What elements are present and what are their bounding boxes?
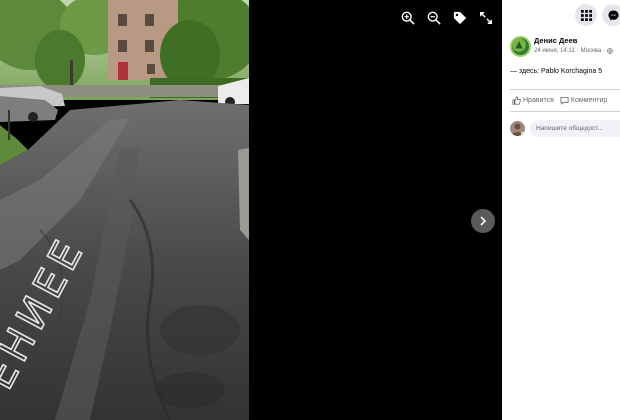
user-avatar[interactable] [510, 121, 525, 136]
comment-button[interactable]: Комментир [560, 96, 607, 105]
chevron-right-icon [480, 216, 487, 226]
post-date[interactable]: 24 июня, 14:11 [534, 46, 575, 56]
meta-separator-2: · [603, 48, 606, 54]
post-actions: Нравится Комментир [502, 90, 620, 111]
photo-image: ЕНИЕЕ [0, 0, 249, 420]
grid-icon [580, 9, 592, 21]
next-photo-button[interactable] [471, 209, 495, 233]
globe-icon [607, 48, 613, 54]
meta-separator: · [576, 48, 579, 54]
comment-label: Комментир [570, 97, 608, 104]
comment-icon [560, 96, 569, 105]
viewer-toolbar [398, 8, 496, 28]
messenger-icon [607, 9, 619, 21]
menu-grid-button[interactable] [575, 4, 597, 26]
photo-viewer: ЕНИЕЕ [0, 0, 502, 420]
author-avatar[interactable] [510, 36, 531, 57]
comment-composer [502, 112, 620, 137]
online-indicator [521, 132, 525, 136]
zoom-in-icon[interactable] [398, 8, 418, 28]
like-label: Нравится [523, 97, 554, 104]
photo[interactable]: ЕНИЕЕ [0, 0, 249, 420]
fullscreen-icon[interactable] [476, 8, 496, 28]
post-info-panel: Денис Деев 24 июня, 14:11 · Москва · — з… [502, 0, 620, 420]
messenger-button[interactable] [602, 4, 620, 26]
panel-topbar [502, 0, 620, 30]
post-location: — здесь: Pablo Korchagina 5 [510, 68, 603, 75]
post-header: Денис Деев 24 июня, 14:11 · Москва · [502, 30, 620, 57]
like-button[interactable]: Нравится [512, 96, 554, 105]
post-city: Москва [580, 48, 602, 54]
comment-input[interactable] [530, 120, 620, 137]
author-name[interactable]: Денис Деев [534, 36, 613, 46]
zoom-out-icon[interactable] [424, 8, 444, 28]
tag-icon[interactable] [450, 8, 470, 28]
thumbs-up-icon [512, 96, 521, 105]
post-meta: 24 июня, 14:11 · Москва · [534, 46, 613, 56]
